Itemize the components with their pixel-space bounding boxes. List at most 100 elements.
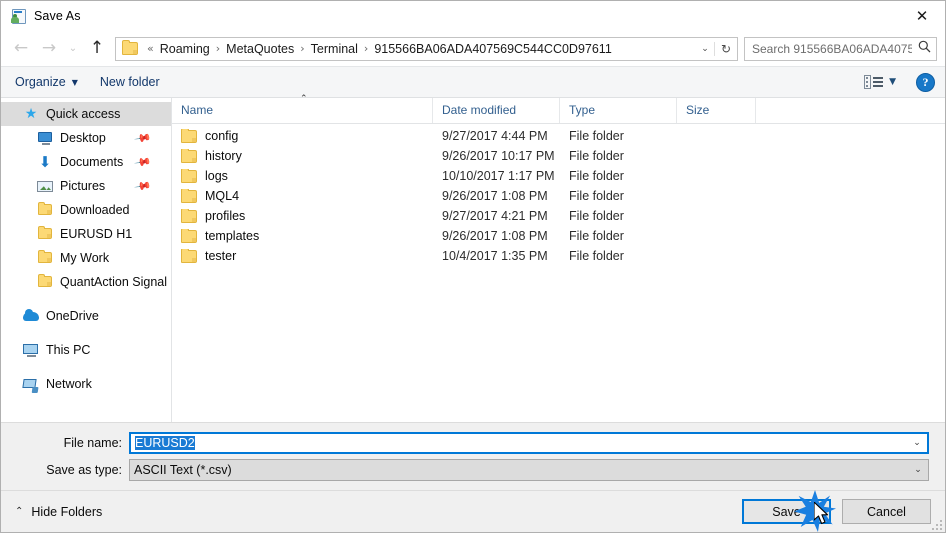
folder-icon <box>181 249 197 263</box>
breadcrumb-item[interactable]: Roaming <box>158 42 212 56</box>
sidebar-divider <box>1 294 171 304</box>
refresh-icon[interactable]: ↻ <box>714 41 737 56</box>
table-row[interactable]: tester 10/4/2017 1:35 PM File folder <box>172 246 945 266</box>
sidebar-item-desktop[interactable]: Desktop 📌 <box>1 126 171 150</box>
view-options-chevron-down-icon[interactable]: ▼ <box>889 77 896 87</box>
file-name-label: tester <box>205 249 237 263</box>
sidebar-item-label: Network <box>46 377 92 391</box>
save-form: File name: EURUSD2 ⌄ Save as type: ASCII… <box>1 422 945 490</box>
chevron-down-icon[interactable]: ⌄ <box>908 465 928 475</box>
folder-icon <box>181 149 197 163</box>
folder-icon <box>181 129 197 143</box>
breadcrumb-overflow-icon[interactable]: « <box>143 42 158 55</box>
file-type-cell: File folder <box>569 249 624 263</box>
sidebar-item-onedrive[interactable]: OneDrive <box>1 304 171 328</box>
column-header-type[interactable]: Type <box>560 98 677 123</box>
file-date-cell: 9/26/2017 1:08 PM <box>442 189 548 203</box>
table-row[interactable]: MQL4 9/26/2017 1:08 PM File folder <box>172 186 945 206</box>
folder-icon <box>122 40 138 55</box>
hide-folders-button[interactable]: ⌃ Hide Folders <box>15 505 102 519</box>
forward-icon[interactable]: → <box>35 36 63 62</box>
sidebar-item-pictures[interactable]: Pictures 📌 <box>1 174 171 198</box>
sidebar-item-documents[interactable]: ⬇ Documents 📌 <box>1 150 171 174</box>
chevron-right-icon: › <box>300 42 305 55</box>
pin-icon: 📌 <box>133 176 153 196</box>
cancel-button[interactable]: Cancel <box>842 499 931 524</box>
save-as-type-label: Save as type: <box>46 463 122 477</box>
sidebar-item-network[interactable]: Network <box>1 372 171 396</box>
search-input[interactable]: Search 915566BA06ADA40756... <box>745 42 912 56</box>
chevron-down-icon[interactable]: ⌄ <box>907 438 927 448</box>
monitor-icon <box>37 130 53 146</box>
breadcrumb-item[interactable]: MetaQuotes <box>224 42 296 56</box>
file-name-label: history <box>205 149 242 163</box>
breadcrumb: « Roaming › MetaQuotes › Terminal › 9155… <box>143 42 696 56</box>
sidebar-item-eurusd-h1[interactable]: EURUSD H1 <box>1 222 171 246</box>
save-button[interactable]: Save <box>742 499 831 524</box>
save-as-app-icon <box>10 8 26 24</box>
view-list-icon[interactable] <box>864 75 884 89</box>
breadcrumb-item[interactable]: 915566BA06ADA407569C544CC0D97611 <box>372 42 613 56</box>
file-date-cell: 10/4/2017 1:35 PM <box>442 249 548 263</box>
folder-icon <box>37 250 53 266</box>
file-name-label: MQL4 <box>205 189 240 203</box>
address-dropdown-icon[interactable]: ⌄ <box>696 44 714 54</box>
save-as-type-select[interactable]: ASCII Text (*.csv) ⌄ <box>129 459 929 481</box>
file-type-cell: File folder <box>569 169 624 183</box>
file-type-cell: File folder <box>569 209 624 223</box>
up-icon[interactable]: ↑ <box>83 36 111 62</box>
sidebar-item-my-work[interactable]: My Work <box>1 246 171 270</box>
file-name-input[interactable]: EURUSD2 ⌄ <box>129 432 929 454</box>
title-bar: Save As ✕ <box>1 1 945 31</box>
file-name-label: File name: <box>63 436 122 450</box>
table-row[interactable]: history 9/26/2017 10:17 PM File folder <box>172 146 945 166</box>
sidebar-item-quantaction-signal[interactable]: QuantAction Signal <box>1 270 171 294</box>
file-type-cell: File folder <box>569 229 624 243</box>
dialog-body: ★ Quick access Desktop 📌 ⬇ Documents 📌 P… <box>1 94 945 422</box>
command-bar: Organize ▼ New folder ▼ ? <box>1 66 945 98</box>
column-header-date-modified[interactable]: Date modified <box>433 98 560 123</box>
chevron-right-icon: › <box>215 42 221 55</box>
file-name-value[interactable]: EURUSD2 <box>131 436 907 450</box>
column-header-size[interactable]: Size <box>677 98 756 123</box>
organize-button[interactable]: Organize ▼ <box>15 75 78 89</box>
sidebar-item-label: Downloaded <box>60 203 130 217</box>
table-row[interactable]: config 9/27/2017 4:44 PM File folder <box>172 126 945 146</box>
file-date-cell: 9/26/2017 1:08 PM <box>442 229 548 243</box>
hide-folders-label: Hide Folders <box>31 504 103 519</box>
save-as-dialog: Save As ✕ ← → ⌄ ↑ « Roaming › MetaQuotes… <box>0 0 946 533</box>
table-row[interactable]: logs 10/10/2017 1:17 PM File folder <box>172 166 945 186</box>
resize-grip[interactable] <box>930 518 942 530</box>
folder-icon <box>181 209 197 223</box>
file-list-pane: ⌃ Name Date modified Type Size config 9/… <box>172 94 945 422</box>
save-as-type-value: ASCII Text (*.csv) <box>134 463 232 477</box>
navigation-bar: ← → ⌄ ↑ « Roaming › MetaQuotes › Termina… <box>1 31 945 66</box>
network-icon <box>22 376 39 392</box>
pin-icon: 📌 <box>133 128 153 148</box>
back-icon[interactable]: ← <box>7 36 35 62</box>
close-icon[interactable]: ✕ <box>899 1 945 31</box>
chevron-up-icon: ⌃ <box>15 506 24 517</box>
table-row[interactable]: profiles 9/27/2017 4:21 PM File folder <box>172 206 945 226</box>
file-type-cell: File folder <box>569 129 624 143</box>
star-icon: ★ <box>24 106 38 122</box>
folder-icon <box>181 229 197 243</box>
pc-icon <box>23 342 39 358</box>
search-icon <box>912 40 936 57</box>
search-box[interactable]: Search 915566BA06ADA40756... <box>744 36 937 61</box>
sidebar-item-label: Pictures <box>60 179 106 193</box>
address-bar[interactable]: « Roaming › MetaQuotes › Terminal › 9155… <box>115 36 738 61</box>
file-name-label: config <box>205 129 239 143</box>
table-row[interactable]: templates 9/26/2017 1:08 PM File folder <box>172 226 945 246</box>
sidebar-item-quick-access[interactable]: ★ Quick access <box>1 102 171 126</box>
sidebar-item-this-pc[interactable]: This PC <box>1 338 171 362</box>
folder-icon <box>37 226 53 242</box>
help-button[interactable]: ? <box>916 72 935 92</box>
organize-label: Organize <box>15 75 66 89</box>
new-folder-button[interactable]: New folder <box>100 75 160 89</box>
breadcrumb-item[interactable]: Terminal <box>309 42 360 56</box>
file-type-cell: File folder <box>569 149 624 163</box>
recent-locations-icon[interactable]: ⌄ <box>63 36 83 62</box>
file-name-label: templates <box>205 229 260 243</box>
sidebar-item-downloaded[interactable]: Downloaded <box>1 198 171 222</box>
